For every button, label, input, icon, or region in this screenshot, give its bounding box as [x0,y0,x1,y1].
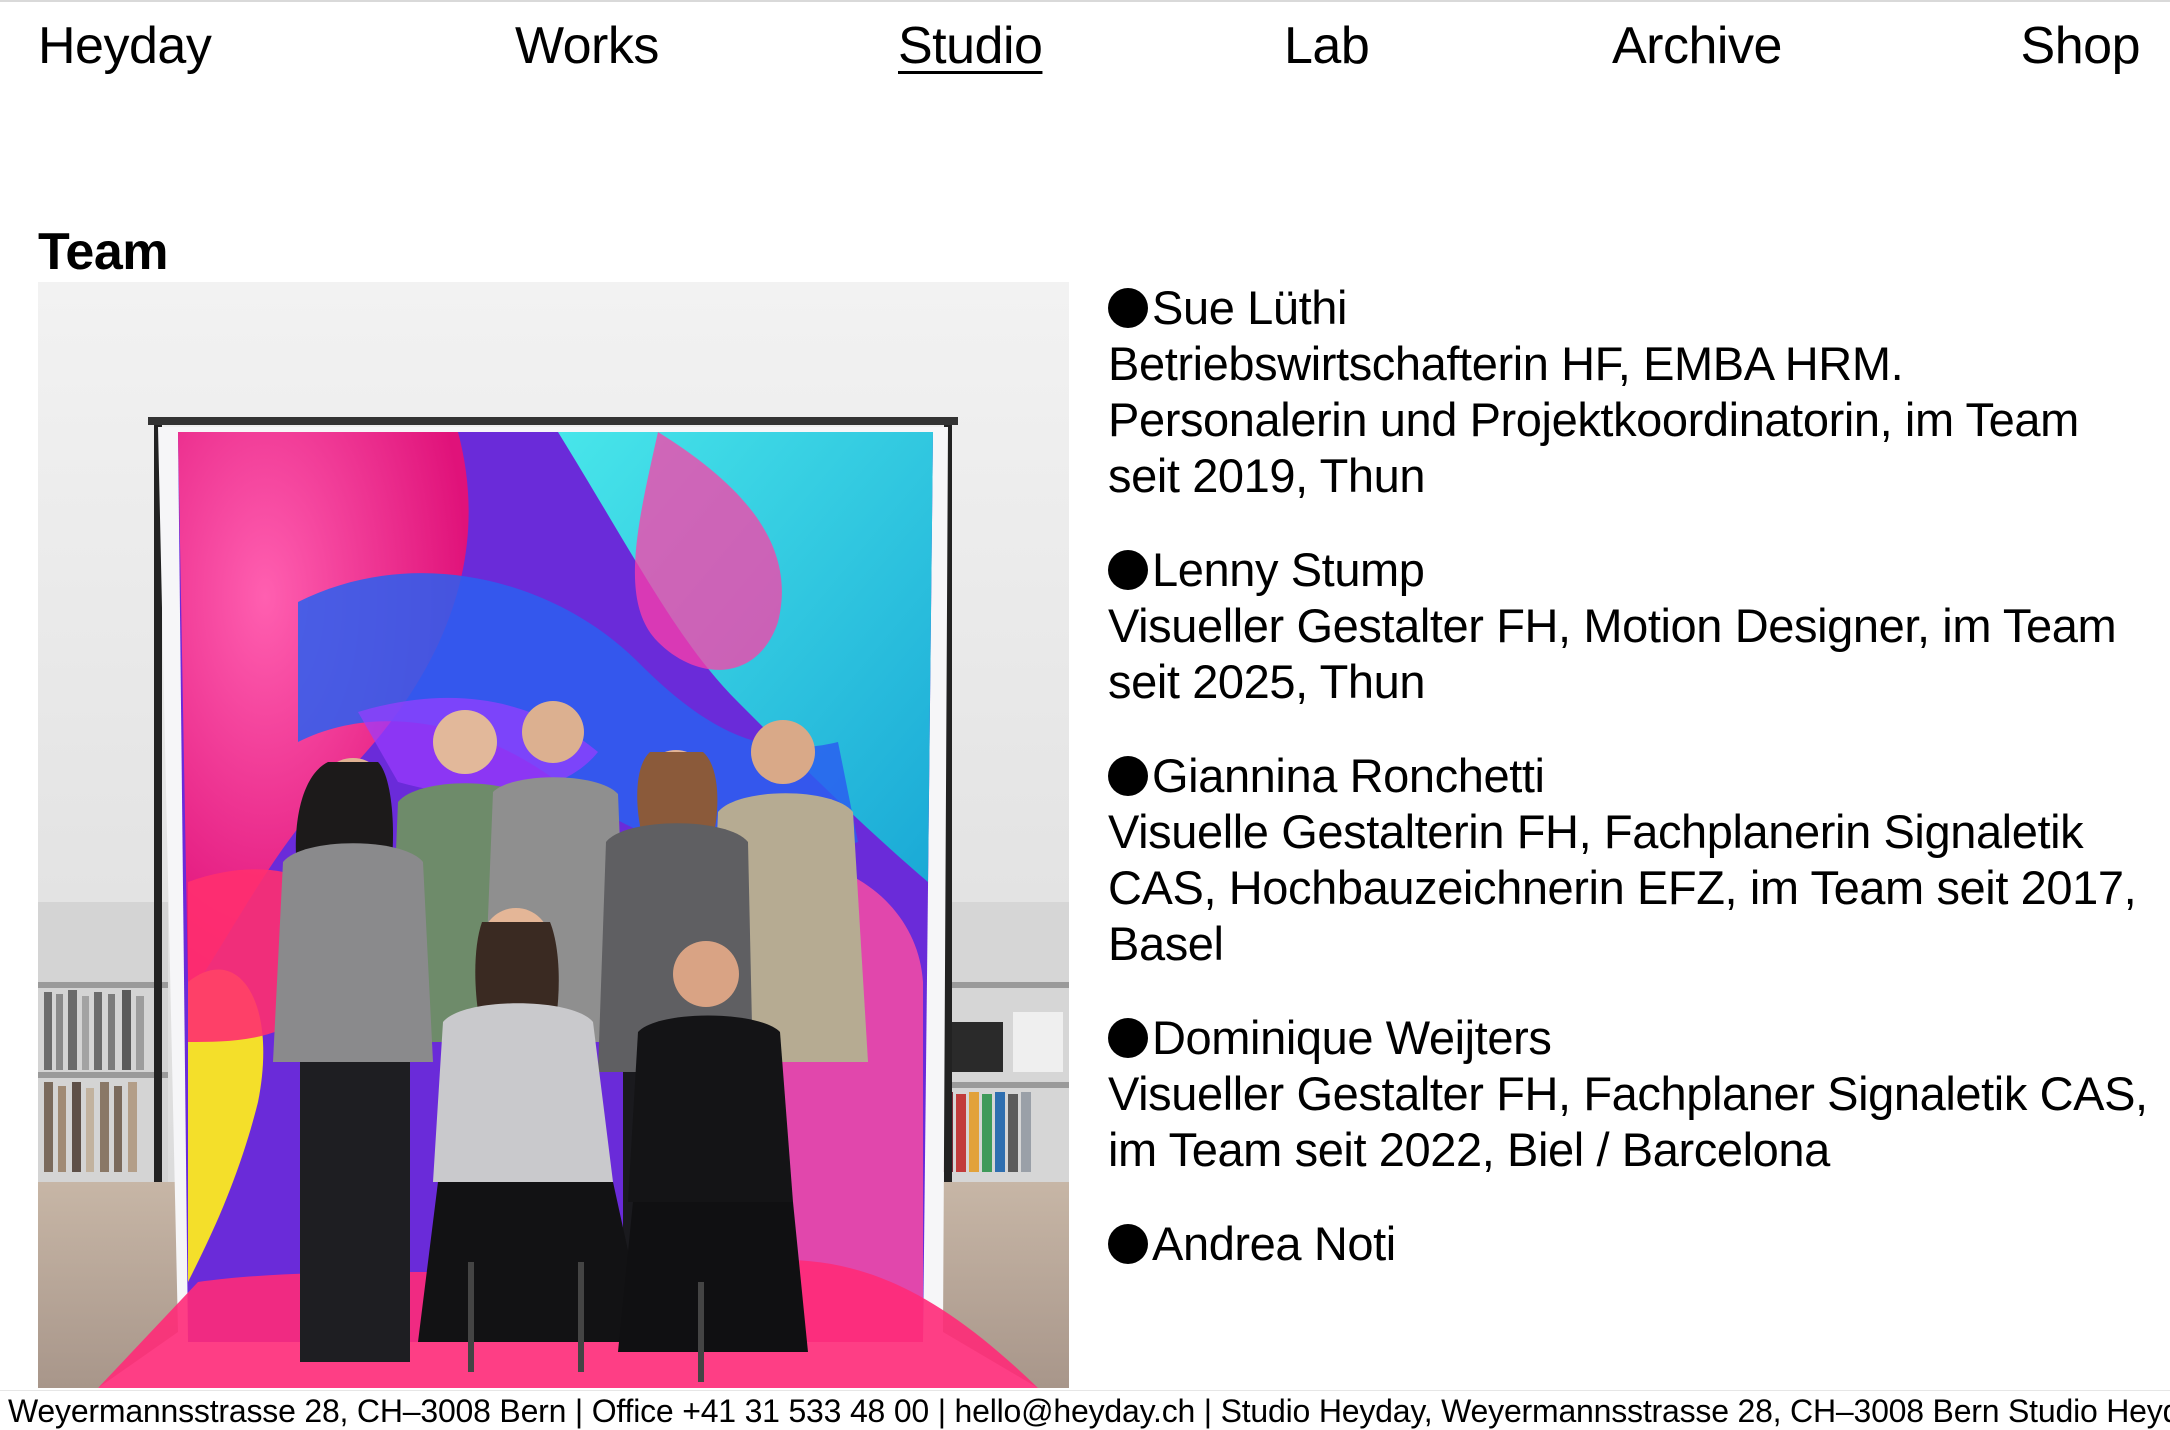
footer-ticker: Weyermannsstrasse 28, CH–3008 Bern | Off… [0,1390,2170,1430]
bullet-icon [1108,288,1148,328]
member-bio: Visueller Gestalter FH, Motion Designer,… [1108,599,2117,708]
member-name: Lenny Stump [1152,543,1425,596]
member-name: Dominique Weijters [1152,1011,1552,1064]
section-title: Team [38,223,168,281]
team-member: Lenny Stump Visueller Gestalter FH, Moti… [1108,542,2148,710]
team-list: Sue Lüthi Betriebswirtschafterin HF, EMB… [1108,280,2148,1386]
member-name: Sue Lüthi [1152,281,1348,334]
nav-item-archive[interactable]: Archive [1612,14,1782,78]
team-group-photo-icon [38,282,1069,1388]
team-member: Dominique Weijters Visueller Gestalter F… [1108,1010,2148,1178]
member-name: Giannina Ronchetti [1152,749,1545,802]
main-navigation: Heyday Works Studio Lab Archive Shop [0,0,2170,100]
member-bio: Visueller Gestalter FH, Fachplaner Signa… [1108,1067,2148,1176]
bullet-icon [1108,756,1148,796]
member-bio: Betriebswirtschafterin HF, EMBA HRM. Per… [1108,337,2079,502]
nav-item-studio[interactable]: Studio [898,14,1043,78]
nav-item-works[interactable]: Works [515,14,659,78]
team-member: Andrea Noti [1108,1216,2148,1272]
logo-link[interactable]: Heyday [38,14,212,78]
team-member: Sue Lüthi Betriebswirtschafterin HF, EMB… [1108,280,2148,504]
member-bio: Visuelle Gestalterin FH, Fachplanerin Si… [1108,805,2137,970]
team-member: Giannina Ronchetti Visuelle Gestalterin … [1108,748,2148,972]
team-photo [38,282,1069,1388]
footer-ticker-text: Weyermannsstrasse 28, CH–3008 Bern | Off… [8,1393,2170,1429]
bullet-icon [1108,1224,1148,1264]
nav-item-lab[interactable]: Lab [1284,14,1370,78]
member-name: Andrea Noti [1152,1217,1396,1270]
bullet-icon [1108,1018,1148,1058]
nav-item-shop[interactable]: Shop [2021,14,2141,78]
bullet-icon [1108,550,1148,590]
